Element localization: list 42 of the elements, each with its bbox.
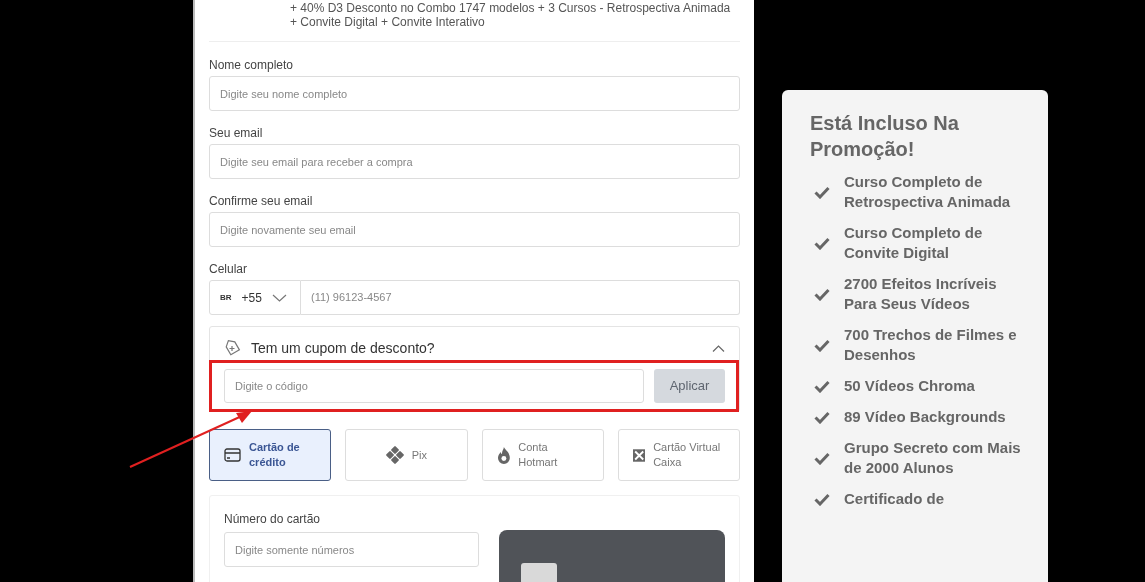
input-field[interactable]: Digite seu email para receber a compra [209, 144, 740, 179]
check-icon [814, 185, 830, 199]
flame-icon [496, 445, 511, 465]
promo-item: 2700 Efeitos Incríveis Para Seus Vídeos [844, 274, 998, 314]
check-icon [814, 379, 830, 393]
check-icon [814, 451, 830, 465]
country-selector[interactable]: BR +55 [209, 280, 301, 315]
field-label: Seu email [209, 125, 264, 142]
promo-item: Grupo Secreto com Mais de 2000 Alunos [844, 438, 1022, 478]
caixa-logo-icon [632, 446, 646, 464]
promo-title: Está Incluso Na Promoção! [809, 111, 960, 162]
promo-item: Curso Completo de Convite Digital [844, 223, 984, 263]
payment-method-button[interactable]: Conta Hotmart [481, 429, 604, 481]
promo-item: 89 Vídeo Backgrounds [844, 407, 1007, 427]
field-label: Celular [209, 261, 248, 278]
check-icon [814, 236, 830, 250]
tag-icon [224, 339, 241, 357]
country-code: BR [220, 291, 232, 304]
promo-item: Certificado de [844, 489, 946, 509]
promo-item: 50 Vídeos Chroma [844, 376, 976, 396]
diamond-icon [385, 446, 404, 464]
check-icon [814, 492, 830, 506]
payment-method-button[interactable]: Pix [345, 429, 468, 481]
check-icon [814, 338, 830, 352]
chevron-down-icon [271, 293, 287, 302]
input-field[interactable]: Digite seu nome completo [209, 76, 740, 111]
payment-method-button[interactable]: Cartão Virtual Caixa [617, 429, 740, 481]
phone-field[interactable]: (11) 96123-4567 [301, 280, 740, 315]
card-number-field[interactable]: Digite somente números [224, 532, 479, 567]
input-field[interactable]: Digite novamente seu email [209, 212, 740, 247]
field-label: Nome completo [209, 57, 295, 74]
coupon-title: Tem um cupom de desconto? [251, 338, 436, 358]
field-label: Confirme seu email [209, 193, 314, 210]
credit-card-icon [224, 448, 241, 462]
field-label: Número do cartão [224, 511, 322, 528]
payment-method-button[interactable]: Cartão de crédito [209, 429, 332, 481]
dial-code: +55 [241, 289, 262, 307]
check-icon [814, 410, 830, 424]
promo-item: 700 Trechos de Filmes e Desenhos [844, 325, 1018, 365]
order-description: + 40% D3 Desconto no Combo 1747 modelos + 3 Cursos - Retrospectiva Animada + Convite Digital + Convite Interativo [290, 0, 732, 31]
check-icon [814, 287, 830, 301]
promo-item: Curso Completo de Retrospectiva Animada [844, 172, 1012, 212]
